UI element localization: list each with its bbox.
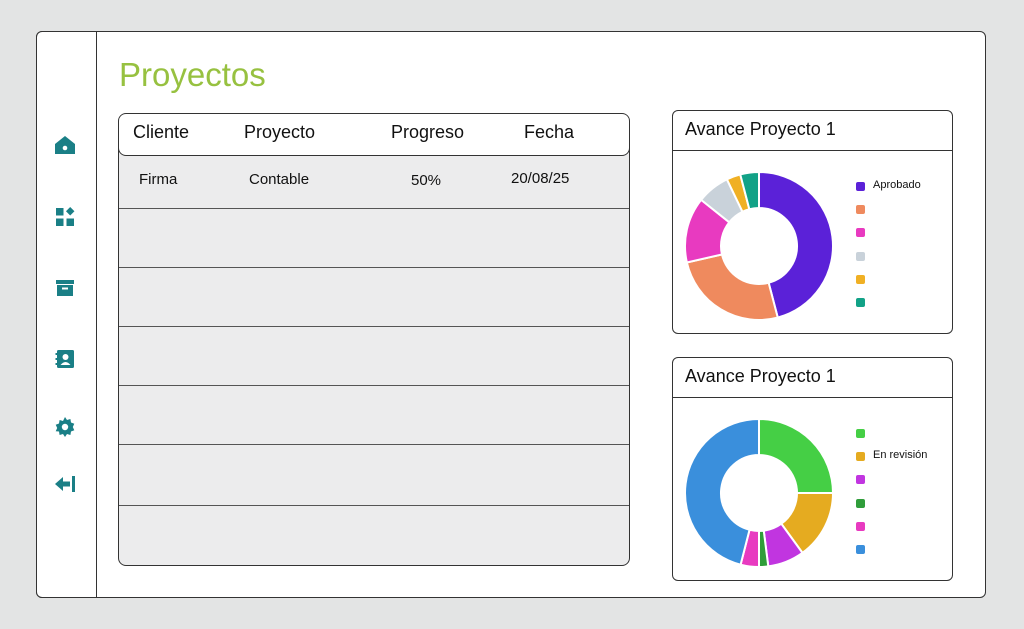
apps-icon[interactable] bbox=[51, 203, 79, 231]
header-proyecto: Proyecto bbox=[244, 122, 316, 142]
table-row[interactable] bbox=[119, 386, 629, 445]
chart-title: Avance Proyecto 1 bbox=[685, 119, 836, 139]
header-fecha: Fecha bbox=[524, 122, 575, 142]
home-icon[interactable] bbox=[51, 131, 79, 159]
table-row[interactable] bbox=[119, 506, 629, 565]
divider bbox=[673, 397, 952, 398]
legend-swatch bbox=[856, 274, 865, 284]
legend-label: Aprobado bbox=[873, 179, 921, 191]
legend-swatch bbox=[856, 545, 865, 554]
table-header: Cliente Proyecto Progreso Fecha bbox=[119, 114, 629, 156]
legend-item: Aprobado bbox=[856, 179, 956, 195]
legend-swatch bbox=[856, 521, 865, 531]
legend-swatch bbox=[856, 205, 865, 215]
cell-cliente: Firma bbox=[139, 171, 178, 188]
logout-icon[interactable] bbox=[51, 470, 79, 498]
legend-swatch bbox=[856, 452, 865, 462]
legend-swatch bbox=[856, 298, 865, 307]
cell-fecha: 20/08/25 bbox=[511, 170, 570, 187]
legend-item bbox=[856, 202, 956, 218]
legend-item bbox=[856, 519, 956, 535]
legend-swatch bbox=[856, 498, 865, 508]
legend-item bbox=[856, 272, 956, 288]
header-progreso: Progreso bbox=[391, 122, 465, 142]
legend-swatch bbox=[856, 429, 865, 438]
archive-icon[interactable] bbox=[51, 274, 79, 302]
settings-icon[interactable] bbox=[51, 413, 79, 441]
page-title: Proyectos bbox=[119, 56, 266, 93]
divider bbox=[673, 150, 952, 151]
legend-item bbox=[856, 496, 956, 512]
donut-chart bbox=[684, 417, 835, 569]
legend-item bbox=[856, 295, 956, 311]
projects-table: Firma Contable 50% 20/08/25 Cliente Proy… bbox=[118, 113, 630, 566]
legend-item bbox=[856, 542, 956, 558]
cell-proyecto: Contable bbox=[249, 171, 310, 188]
legend-item bbox=[856, 472, 956, 488]
table-row[interactable] bbox=[119, 327, 629, 386]
legend-item: En revisión bbox=[856, 449, 956, 465]
legend-item bbox=[856, 426, 956, 442]
table-row[interactable] bbox=[119, 268, 629, 327]
legend-swatch bbox=[856, 182, 865, 191]
legend-label: En revisión bbox=[873, 449, 928, 462]
chart-title: Avance Proyecto 1 bbox=[685, 366, 836, 386]
legend-item bbox=[856, 249, 956, 265]
legend-swatch bbox=[856, 228, 865, 238]
legend-item bbox=[856, 225, 956, 241]
chart-card-2: Avance Proyecto 1 En revisión bbox=[672, 357, 953, 581]
table-row[interactable]: Firma Contable 50% 20/08/25 bbox=[119, 156, 629, 209]
table-row[interactable] bbox=[119, 445, 629, 506]
legend-swatch bbox=[856, 251, 865, 261]
donut-slice bbox=[758, 417, 835, 494]
legend-swatch bbox=[856, 475, 865, 485]
cell-progreso: 50% bbox=[411, 172, 442, 189]
sidebar bbox=[36, 31, 97, 598]
header-cliente: Cliente bbox=[133, 122, 190, 142]
table-row[interactable] bbox=[119, 209, 629, 268]
chart-card-1: Avance Proyecto 1 Aprobado bbox=[672, 110, 953, 334]
donut-chart bbox=[684, 170, 834, 321]
donut-slice bbox=[685, 253, 779, 321]
contacts-icon[interactable] bbox=[51, 345, 79, 373]
